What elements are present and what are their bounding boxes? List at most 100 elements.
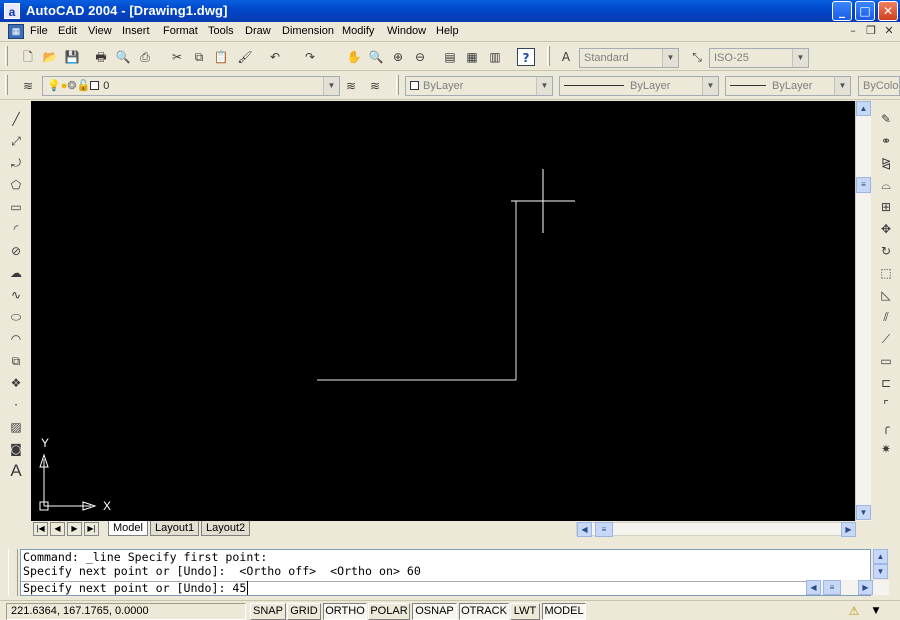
command-input-text[interactable]: Specify next point or [Undo]: 45 xyxy=(23,581,246,595)
cut-icon[interactable]: ✂ xyxy=(168,48,186,66)
ortho-toggle[interactable]: ORTHO xyxy=(323,603,367,620)
chevron-down-icon[interactable]: ▼ xyxy=(536,77,552,95)
text-style-select[interactable]: Standard ▼ xyxy=(579,48,679,68)
snap-toggle[interactable]: SNAP xyxy=(250,603,286,620)
scroll-down-button[interactable]: ▼ xyxy=(856,505,871,520)
point-icon[interactable]: · xyxy=(7,396,25,414)
osnap-toggle[interactable]: OSNAP xyxy=(412,603,457,620)
hatch-icon[interactable]: ▨ xyxy=(7,418,25,436)
break-at-point-icon[interactable]: ▭ xyxy=(877,352,895,370)
command-window-grip[interactable] xyxy=(8,549,18,596)
mdi-restore-button[interactable]: ❐ xyxy=(864,24,878,38)
autocad-app-icon[interactable]: a xyxy=(4,3,20,19)
status-menu-chevron-down-icon[interactable]: ▼ xyxy=(868,603,884,619)
erase-icon[interactable]: ✎ xyxy=(877,110,895,128)
make-block-icon[interactable]: ❖ xyxy=(7,374,25,392)
circle-icon[interactable]: ⊘ xyxy=(7,242,25,260)
line-icon[interactable]: ╱ xyxy=(7,110,25,128)
text-icon[interactable]: A xyxy=(7,462,25,480)
save-icon[interactable]: 💾 xyxy=(63,48,81,66)
offset-icon[interactable]: ⌓ xyxy=(877,176,895,194)
scroll-right-button[interactable]: ▶ xyxy=(841,522,856,537)
rectangle-icon[interactable]: ▭ xyxy=(7,198,25,216)
region-icon[interactable]: ◙ xyxy=(7,440,25,458)
construction-line-icon[interactable]: ⤢ xyxy=(7,132,25,150)
command-input-line[interactable]: Specify next point or [Undo]: 45​ xyxy=(23,581,249,596)
minimize-button[interactable]: _ xyxy=(832,1,852,21)
print-preview-icon[interactable]: 🔍 xyxy=(114,48,132,66)
maximize-button[interactable]: □ xyxy=(855,1,875,21)
print-icon[interactable]: 🖶 xyxy=(92,48,110,66)
ellipse-arc-icon[interactable]: ◠ xyxy=(7,330,25,348)
explode-icon[interactable]: ✷ xyxy=(877,440,895,458)
mdi-close-button[interactable]: ✕ xyxy=(882,24,896,38)
horizontal-scrollbar[interactable]: ◀ ≡ ▶ xyxy=(576,522,856,537)
new-icon[interactable]: 🗋 xyxy=(19,48,37,66)
next-tab-button[interactable]: ▶ xyxy=(67,522,82,536)
rotate-icon[interactable]: ↻ xyxy=(877,242,895,260)
zoom-previous-icon[interactable]: ⊖ xyxy=(411,48,429,66)
array-icon[interactable]: ⊞ xyxy=(877,198,895,216)
chevron-down-icon[interactable]: ▼ xyxy=(662,49,678,67)
command-scroll-right-button[interactable]: ▶ xyxy=(858,580,873,595)
drawing-canvas[interactable]: Y X xyxy=(31,101,855,521)
command-vertical-scrollbar[interactable]: ▲ ▼ xyxy=(873,549,889,579)
last-tab-button[interactable]: ▶| xyxy=(84,522,99,536)
match-properties-icon[interactable]: 🖌 xyxy=(236,48,254,66)
move-icon[interactable]: ✥ xyxy=(877,220,895,238)
zoom-realtime-icon[interactable]: 🔍 xyxy=(367,48,385,66)
first-tab-button[interactable]: |◀ xyxy=(33,522,48,536)
menu-window[interactable]: Window xyxy=(387,25,426,37)
plotstyle-select[interactable]: ByColor xyxy=(858,76,900,96)
toolbar-grip[interactable] xyxy=(396,75,399,95)
polyline-icon[interactable]: ⤾ xyxy=(7,154,25,172)
menu-modify[interactable]: Modify xyxy=(342,25,374,37)
mirror-icon[interactable]: ⧎ xyxy=(877,154,895,172)
mdi-minimize-button[interactable]: – xyxy=(846,24,860,38)
tab-layout1[interactable]: Layout1 xyxy=(150,521,200,536)
document-icon[interactable]: ▦ xyxy=(8,24,24,39)
redo-icon[interactable]: ↷ xyxy=(301,48,319,66)
dim-style-select[interactable]: ISO-25 ▼ xyxy=(709,48,809,68)
pan-icon[interactable]: ✋ xyxy=(345,48,363,66)
zoom-window-icon[interactable]: ⊕ xyxy=(389,48,407,66)
tab-layout2[interactable]: Layout2 xyxy=(201,521,251,536)
polygon-icon[interactable]: ⬠ xyxy=(7,176,25,194)
grid-toggle[interactable]: GRID xyxy=(287,603,321,620)
close-button[interactable]: ✕ xyxy=(878,1,898,21)
menu-insert[interactable]: Insert xyxy=(122,25,150,37)
spline-icon[interactable]: ∿ xyxy=(7,286,25,304)
toolbar-grip[interactable] xyxy=(5,46,8,66)
arc-icon[interactable]: ◜ xyxy=(7,220,25,238)
prev-tab-button[interactable]: ◀ xyxy=(50,522,65,536)
copy-object-icon[interactable]: ⚭ xyxy=(877,132,895,150)
menu-file[interactable]: File xyxy=(30,25,48,37)
help-icon[interactable]: ? xyxy=(517,48,535,66)
menu-format[interactable]: Format xyxy=(163,25,198,37)
command-window[interactable]: Command: _line Specify first point: Spec… xyxy=(20,549,871,596)
break-icon[interactable]: ⊏ xyxy=(877,374,895,392)
menu-edit[interactable]: Edit xyxy=(58,25,77,37)
menu-view[interactable]: View xyxy=(88,25,112,37)
ellipse-icon[interactable]: ⬭ xyxy=(7,308,25,326)
command-scroll-left-button[interactable]: ◀ xyxy=(806,580,821,595)
vertical-scroll-thumb[interactable]: ≡ xyxy=(856,177,871,193)
make-object-layer-current-icon[interactable]: ≋ xyxy=(342,77,360,95)
menu-draw[interactable]: Draw xyxy=(245,25,271,37)
tab-model[interactable]: Model xyxy=(108,521,148,536)
command-scroll-thumb[interactable]: ≡ xyxy=(823,580,841,595)
copy-icon[interactable]: ⧉ xyxy=(190,48,208,66)
toolbar-grip[interactable] xyxy=(547,46,550,66)
properties-icon[interactable]: ▤ xyxy=(441,48,459,66)
chevron-down-icon[interactable]: ▼ xyxy=(834,77,850,95)
undo-icon[interactable]: ↶ xyxy=(266,48,284,66)
menu-help[interactable]: Help xyxy=(436,25,459,37)
revision-cloud-icon[interactable]: ☁ xyxy=(7,264,25,282)
command-scroll-down-button[interactable]: ▼ xyxy=(873,564,888,579)
horizontal-scroll-thumb[interactable]: ≡ xyxy=(595,522,613,537)
title-bar[interactable]: a AutoCAD 2004 - [Drawing1.dwg] _ □ ✕ xyxy=(0,0,900,22)
command-scroll-up-button[interactable]: ▲ xyxy=(873,549,888,564)
scroll-left-button[interactable]: ◀ xyxy=(577,522,592,537)
layer-select[interactable]: 💡●❂🔓 0 ▼ xyxy=(42,76,340,96)
open-icon[interactable]: 📂 xyxy=(41,48,59,66)
